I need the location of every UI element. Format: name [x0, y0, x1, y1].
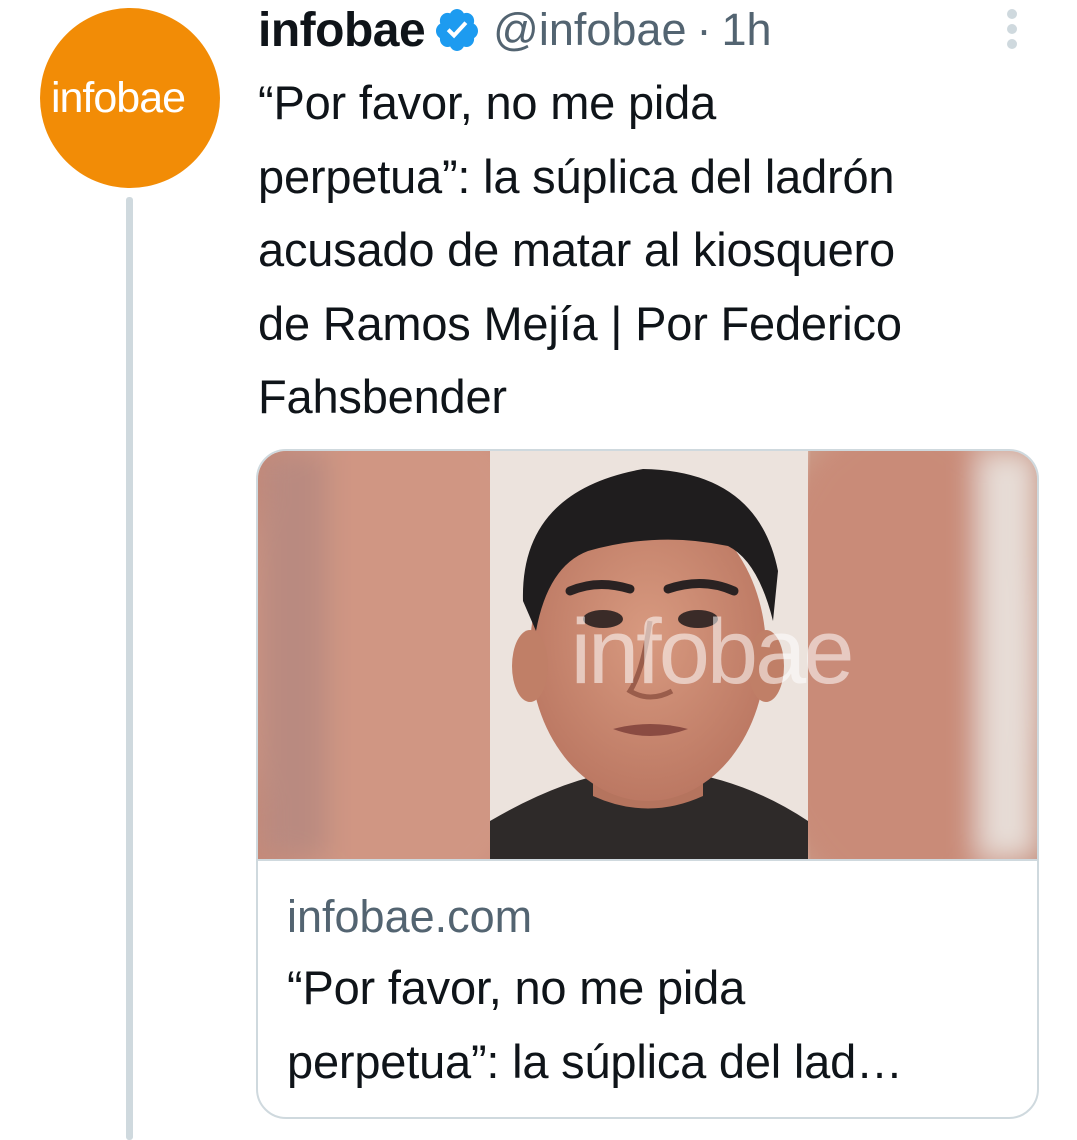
avatar[interactable]: infobae [40, 8, 220, 188]
image-watermark: infobae [571, 601, 852, 703]
card-photo: infobae [258, 451, 1037, 859]
card-image[interactable]: infobae [258, 451, 1037, 859]
verified-badge-icon [436, 9, 479, 51]
thread-line [126, 197, 133, 1140]
card-divider [258, 859, 1037, 861]
tweet-text-line: Fahsbender [258, 370, 507, 423]
tweet-text: “Por favor, no me pida perpetua”: la súp… [258, 66, 1048, 434]
card-domain: infobae.com [287, 891, 533, 942]
display-name[interactable]: infobae [258, 3, 426, 58]
tweet-header: infobae @infobae · 1h [258, 2, 772, 58]
tweet-timestamp[interactable]: 1h [722, 4, 772, 56]
tweet-text-line: de Ramos Mejía | Por Federico [258, 296, 902, 350]
user-handle[interactable]: @infobae [493, 4, 686, 56]
tweet-text-line: acusado de matar al kiosquero [258, 223, 895, 276]
avatar-logo-text: infobae [50, 73, 186, 122]
card-title-line: perpetua”: la súplica del lad… [287, 1035, 903, 1088]
more-vertical-icon[interactable] [996, 6, 1028, 54]
card-title-line: “Por favor, no me pida [287, 961, 746, 1014]
tweet-text-line: “Por favor, no me pida [258, 76, 717, 129]
card-title: “Por favor, no me pida perpetua”: la súp… [287, 951, 1017, 1099]
tweet[interactable]: infobae infobae @infobae · 1h “Por favor… [0, 0, 1077, 1140]
header-separator: · [696, 4, 712, 55]
tweet-text-line: perpetua”: la súplica del ladrón [258, 149, 895, 203]
ear-left [512, 630, 548, 702]
link-preview-card[interactable]: infobae infobae.com “Por favor, no me pi… [256, 449, 1039, 1119]
